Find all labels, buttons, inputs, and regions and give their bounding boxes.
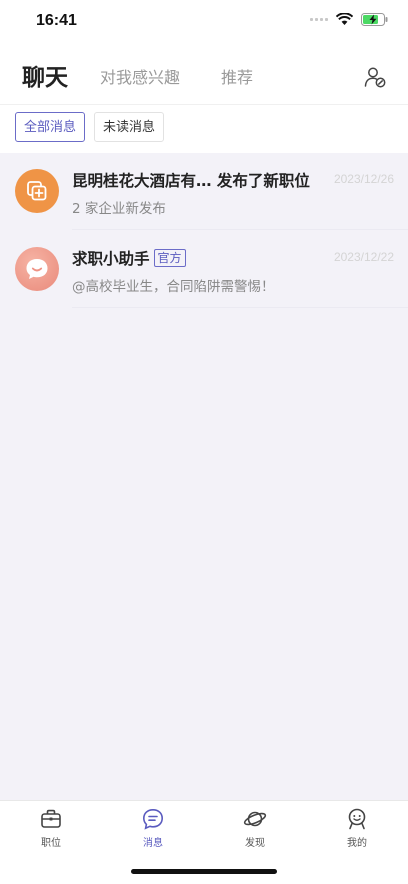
avatar: [15, 247, 59, 291]
person-settings-icon[interactable]: [364, 66, 386, 88]
job-post-icon: [27, 181, 47, 201]
header: 聊天 对我感兴趣 推荐: [0, 48, 408, 104]
status-bar: 16:41: [0, 0, 408, 48]
battery-charging-icon: [361, 13, 388, 26]
status-icons: [310, 13, 388, 26]
tabbar-label: 消息: [143, 838, 163, 849]
smile-chat-icon: [26, 259, 48, 279]
message-date: 2023/12/22: [333, 250, 394, 264]
profile-icon: [348, 808, 366, 830]
tabbar-item-messages[interactable]: 消息: [123, 807, 183, 849]
tab-interested-in-me[interactable]: 对我感兴趣: [100, 48, 180, 108]
signal-icon: [310, 18, 328, 21]
filter-unread-messages[interactable]: 未读消息: [94, 112, 165, 142]
tab-chat[interactable]: 聊天: [22, 48, 68, 108]
planet-icon: [243, 811, 267, 827]
message-item-hotel[interactable]: 昆明桂花大酒店有… 发布了新职位 2023/12/26 2 家企业新发布: [0, 152, 408, 230]
message-title: 求职小助手: [72, 250, 150, 268]
tabbar-item-jobs[interactable]: 职位: [21, 807, 81, 849]
filter-bar: 全部消息 未读消息: [0, 104, 408, 153]
wifi-icon: [336, 13, 353, 25]
official-badge: 官方: [153, 249, 186, 267]
tabbar-label: 发现: [245, 838, 265, 849]
tab-recommend[interactable]: 推荐: [221, 48, 253, 108]
tabbar-label: 职位: [41, 838, 61, 849]
message-preview: @高校毕业生，合同陷阱需警惕！: [72, 279, 275, 295]
message-title: 昆明桂花大酒店有… 发布了新职位: [72, 172, 310, 190]
tabbar-item-profile[interactable]: 我的: [327, 807, 387, 849]
message-item-assistant[interactable]: 求职小助手 官方 2023/12/22 @高校毕业生，合同陷阱需警惕！: [0, 230, 408, 308]
message-preview: 2 家企业新发布: [72, 201, 166, 217]
message-list: 昆明桂花大酒店有… 发布了新职位 2023/12/26 2 家企业新发布 求职小…: [0, 152, 408, 308]
home-indicator: [131, 869, 277, 874]
message-date: 2023/12/26: [333, 172, 394, 186]
status-time: 16:41: [36, 12, 77, 29]
message-icon: [142, 808, 164, 830]
tabbar-label: 我的: [347, 838, 367, 849]
tabbar-item-discover[interactable]: 发现: [225, 807, 285, 849]
filter-all-messages[interactable]: 全部消息: [15, 112, 86, 142]
briefcase-icon: [41, 809, 61, 828]
divider: [72, 307, 408, 308]
avatar: [15, 169, 59, 213]
